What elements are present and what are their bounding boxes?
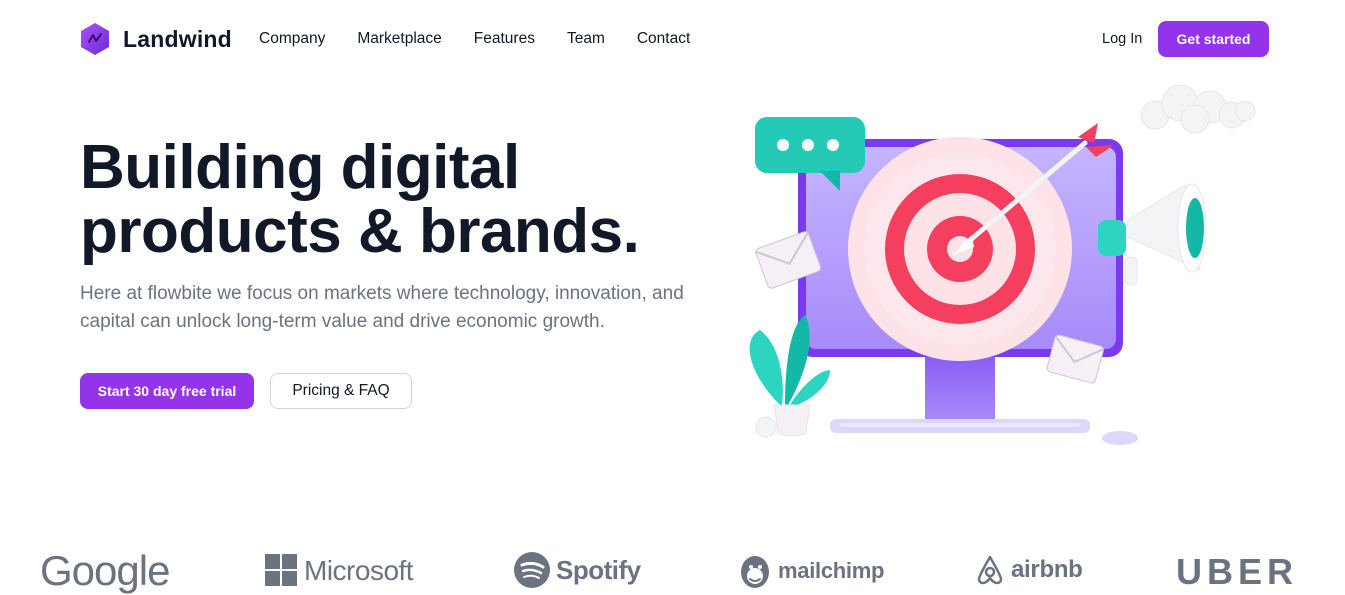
microsoft-windows-icon [265, 554, 297, 586]
pricing-faq-button[interactable]: Pricing & FAQ [270, 373, 412, 409]
login-link[interactable]: Log In [1102, 31, 1142, 47]
hexagon-logo-icon [81, 23, 109, 55]
microsoft-logo[interactable]: Microsoft [265, 554, 414, 587]
google-logo[interactable]: Google [40, 547, 170, 595]
airbnb-belo-icon [977, 555, 1003, 585]
navbar: Landwind Company Marketplace Features Te… [0, 0, 1345, 80]
brand[interactable]: Landwind [80, 22, 232, 56]
main-menu: Company Marketplace Features Team Contac… [259, 30, 722, 48]
hero-title: Building digital products & brands. [80, 136, 720, 264]
start-trial-button[interactable]: Start 30 day free trial [80, 373, 254, 409]
uber-logo[interactable]: UBER [1176, 551, 1298, 593]
uber-logo-text: UBER [1176, 551, 1299, 592]
nav-item-team[interactable]: Team [567, 30, 605, 48]
mailchimp-logo[interactable]: mailchimp [738, 552, 884, 590]
mailchimp-freddie-icon [741, 556, 769, 588]
mailchimp-logo-text: mailchimp [778, 558, 885, 583]
google-logo-text: Google [40, 547, 170, 594]
airbnb-logo[interactable]: airbnb [975, 554, 1083, 586]
nav-item-contact[interactable]: Contact [637, 30, 690, 48]
spotify-logo[interactable]: Spotify [514, 552, 641, 588]
airbnb-logo-text: airbnb [1011, 556, 1083, 583]
get-started-button[interactable]: Get started [1158, 21, 1269, 57]
nav-item-features[interactable]: Features [474, 30, 535, 48]
client-logos: Google Microsoft Spotify mailchimp airbn… [0, 540, 1345, 595]
hero-description: Here at flowbite we focus on markets whe… [80, 283, 684, 332]
hero-title-line2: products & brands. [80, 197, 640, 266]
nav-item-marketplace[interactable]: Marketplace [357, 30, 441, 48]
brand-name: Landwind [123, 25, 232, 52]
microsoft-logo-text: Microsoft [304, 554, 414, 586]
spotify-icon [514, 552, 550, 588]
spotify-logo-text: Spotify [556, 554, 641, 585]
cloud-icon [1140, 85, 1256, 134]
nav-item-company[interactable]: Company [259, 30, 325, 48]
target-computer-illustration [749, 85, 1256, 445]
hero-title-line1: Building digital [80, 133, 520, 202]
